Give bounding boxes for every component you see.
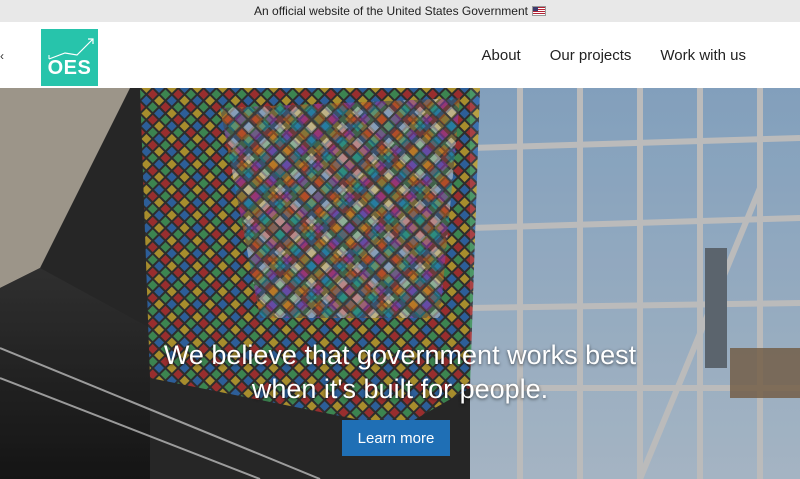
oes-logo[interactable]: OES xyxy=(41,29,98,86)
logo-text: OES xyxy=(47,57,92,79)
hero-headline: We believe that government works best wh… xyxy=(0,338,800,406)
main-nav: About Our projects Work with us xyxy=(482,22,746,88)
hero-section: We believe that government works best wh… xyxy=(0,88,800,479)
nav-item-work-with-us[interactable]: Work with us xyxy=(660,47,746,64)
nav-item-about[interactable]: About xyxy=(482,47,521,64)
nav-item-our-projects[interactable]: Our projects xyxy=(550,47,632,64)
learn-more-button[interactable]: Learn more xyxy=(342,420,450,456)
site-header: ‹ OES About Our projects Work with us xyxy=(0,22,800,88)
hero-headline-line2: when it's built for people. xyxy=(251,374,549,404)
chevron-left-icon: ‹ xyxy=(0,49,4,63)
government-banner: An official website of the United States… xyxy=(0,0,800,22)
us-flag-icon xyxy=(531,6,546,16)
banner-text: An official website of the United States… xyxy=(254,4,528,18)
hero-headline-line1: We believe that government works best xyxy=(163,340,637,370)
